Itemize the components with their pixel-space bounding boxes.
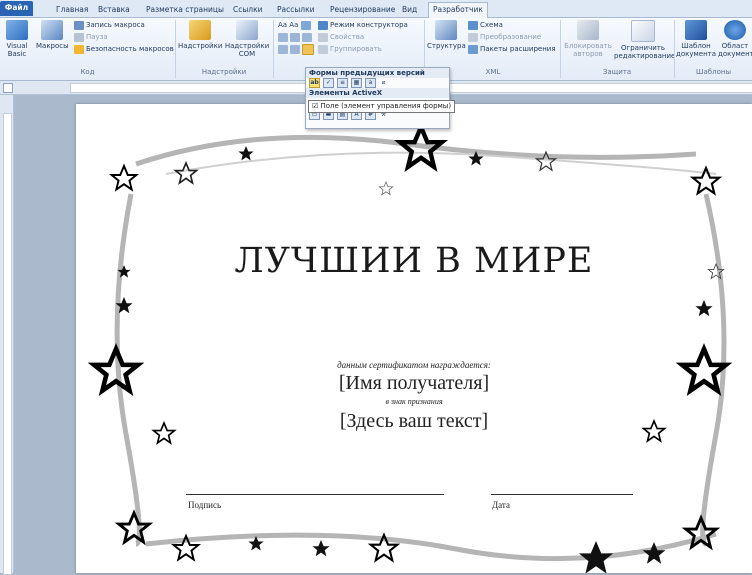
document-panel-button[interactable]: Област документ [718, 20, 752, 58]
com-addins-button[interactable]: Надстройки COM [224, 20, 270, 58]
lock-icon [631, 20, 655, 42]
document-page[interactable]: ЛУЧШИИ В МИРЕ данным сертификатом награж… [76, 104, 752, 573]
custom-text-field[interactable]: [Здесь ваш текст] [76, 410, 752, 433]
tooltip-checkbox-icon: ☑ [312, 102, 321, 110]
tab-file[interactable]: Файл [0, 1, 33, 16]
record-macro-button[interactable]: Запись макроса [74, 20, 145, 31]
reset-fields-icon[interactable]: ⌀ [379, 79, 388, 87]
info-icon [724, 20, 746, 40]
properties-icon [318, 32, 328, 42]
legacy-forms-row: ab ✓ ≡ ▦ a ⌀ [306, 78, 449, 88]
schema-button[interactable]: Схема [468, 20, 503, 31]
text-field-icon[interactable]: ab [309, 78, 320, 88]
shading-icon[interactable]: a [365, 78, 376, 88]
tab-review[interactable]: Рецензирование [326, 3, 399, 17]
picture-control-icon [300, 20, 311, 30]
com-addins-icon [236, 20, 258, 40]
transform-button[interactable]: Преобразование [468, 32, 541, 43]
word-template-icon [685, 20, 707, 40]
structure-icon [435, 20, 457, 40]
legacy-forms-dropdown: Формы предыдущих версий ab ✓ ≡ ▦ a ⌀ Эле… [305, 67, 450, 129]
block-authors-button[interactable]: Блокировать авторов [563, 20, 613, 58]
visual-basic-icon [6, 20, 28, 40]
tab-home[interactable]: Главная [52, 3, 92, 17]
date-label[interactable]: Дата [492, 500, 510, 510]
puzzle-icon [189, 20, 211, 40]
legacy-tools-icon [302, 44, 314, 55]
checkbox-icon[interactable]: ✓ [323, 78, 334, 88]
pause-button[interactable]: Пауза [74, 32, 108, 43]
macros-button[interactable]: Макросы [36, 20, 69, 50]
vertical-ruler-track [3, 113, 12, 575]
checkbox-control-icon [278, 32, 288, 42]
visual-basic-button[interactable]: Visual Basic [2, 20, 32, 58]
block-authors-icon [577, 20, 599, 40]
expansion-packs-button[interactable]: Пакеты расширения [468, 44, 556, 55]
restrict-editing-button[interactable]: Ограничить редактирование [614, 20, 675, 60]
in-recognition-text[interactable]: в знак признания [76, 397, 752, 406]
legacy-forms-header: Формы предыдущих версий [306, 68, 449, 78]
signature-line [186, 494, 444, 495]
warning-icon [74, 44, 84, 54]
certificate-title[interactable]: ЛУЧШИИ В МИРЕ [76, 241, 752, 281]
macros-icon [41, 20, 63, 40]
dropdown-control-icon [302, 32, 312, 42]
tab-selector-icon[interactable] [3, 83, 13, 93]
certificate-border [76, 104, 752, 573]
design-mode-icon [318, 20, 328, 30]
control-buttons-row2[interactable] [278, 32, 314, 43]
date-control-icon [278, 45, 288, 54]
transform-icon [468, 32, 478, 42]
building-block-icon [290, 45, 300, 54]
tab-page-layout[interactable]: Разметка страницы [142, 3, 228, 17]
schema-icon [468, 20, 478, 30]
vertical-ruler[interactable] [0, 95, 14, 575]
frame-icon[interactable]: ▦ [351, 78, 362, 88]
tab-view[interactable]: Вид [398, 3, 421, 17]
rich-text-control-button[interactable]: Aa Aa [278, 20, 313, 31]
control-buttons-row3[interactable] [278, 44, 316, 55]
group-icon [318, 44, 328, 54]
group-label-templates: Шаблоны [696, 68, 731, 76]
group-label-protect: Защита [602, 68, 632, 76]
design-mode-button[interactable]: Режим конструктора [318, 20, 408, 31]
document-template-button[interactable]: Шаблон документа [676, 20, 716, 58]
tab-insert[interactable]: Вставка [94, 3, 134, 17]
awarded-by-text[interactable]: данным сертификатом награждается: [76, 360, 752, 370]
group-label-code: Код [80, 68, 95, 76]
group-label-addins: Надстройки [201, 68, 247, 76]
ribbon-tab-bar: Файл Главная Вставка Разметка страницы С… [0, 0, 752, 18]
recipient-name-field[interactable]: [Имя получателя] [76, 372, 752, 395]
ribbon-separator [273, 20, 274, 78]
tab-references[interactable]: Ссылки [229, 3, 266, 17]
structure-button[interactable]: Структура [427, 20, 466, 50]
tab-mailings[interactable]: Рассылки [273, 3, 319, 17]
combobox-control-icon [290, 32, 300, 42]
group-button[interactable]: Группировать [318, 44, 382, 55]
tab-developer[interactable]: Разработчик [428, 2, 488, 18]
swirl-bottom [145, 531, 717, 562]
date-line [491, 494, 633, 495]
record-macro-icon [74, 20, 84, 30]
signature-label[interactable]: Подпись [188, 500, 221, 510]
pause-icon [74, 32, 84, 42]
addins-button[interactable]: Надстройки [178, 20, 222, 50]
list-box-icon[interactable]: ≡ [337, 78, 348, 88]
macro-security-button[interactable]: Безопасность макросов [74, 44, 174, 55]
properties-button[interactable]: Свойства [318, 32, 364, 43]
expansion-packs-icon [468, 44, 478, 54]
activex-header: Элементы ActiveX [306, 88, 449, 98]
tooltip: ☑ Поле (элемент управления формы) [308, 100, 456, 113]
